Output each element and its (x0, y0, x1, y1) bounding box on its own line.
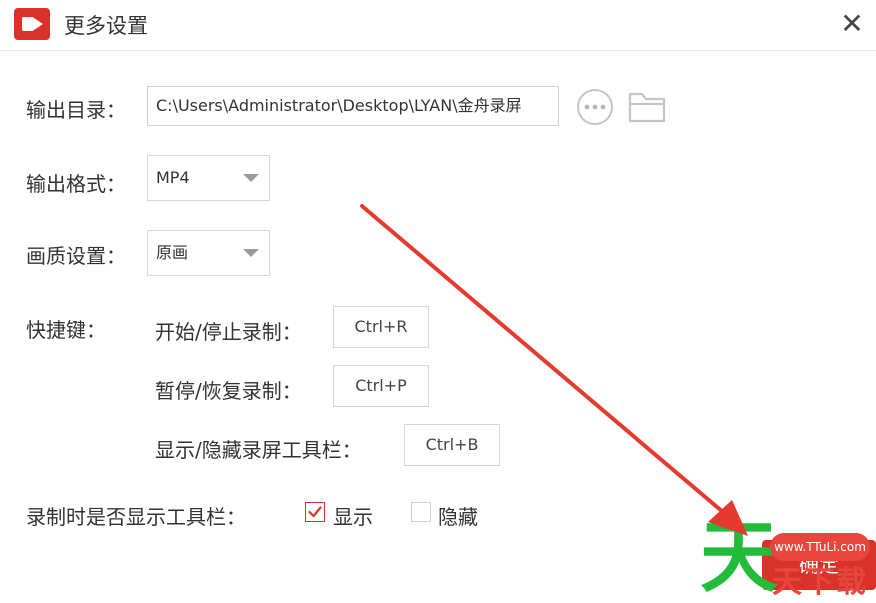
output-format-label: 输出格式： (26, 172, 126, 196)
quality-value: 原画 (156, 243, 189, 262)
checkbox-checked-icon[interactable] (305, 502, 325, 522)
folder-icon[interactable] (627, 86, 669, 126)
hotkey-pause-resume-label: 暂停/恢复录制： (155, 379, 302, 403)
hotkeys-label: 快捷键： (26, 318, 106, 342)
output-format-select[interactable]: MP4 (147, 155, 270, 201)
checkbox-unchecked-icon[interactable] (411, 502, 431, 522)
watermark-logo: 天 (700, 513, 779, 603)
quality-label: 画质设置： (26, 244, 126, 268)
hotkey-start-stop-label: 开始/停止录制： (155, 320, 302, 344)
output-dir-field[interactable]: C:\Users\Administrator\Desktop\LYAN\金舟录屏 (147, 86, 559, 126)
toolbar-hide-option-label[interactable]: 隐藏 (438, 501, 478, 530)
title-bar: 更多设置 ✕ (0, 0, 876, 51)
window-title: 更多设置 (64, 14, 148, 38)
hotkey-start-stop-input[interactable]: Ctrl+R (333, 306, 429, 348)
app-logo-icon (14, 8, 50, 40)
output-format-value: MP4 (156, 168, 190, 187)
hotkey-toolbar-input[interactable]: Ctrl+B (404, 424, 500, 466)
watermark-url-badge: www.TTuLi.com (770, 533, 870, 561)
toolbar-display-label: 录制时是否显示工具栏： (26, 505, 246, 529)
dropdown-caret-icon (243, 174, 259, 182)
more-options-icon[interactable] (576, 88, 614, 126)
quality-select[interactable]: 原画 (147, 230, 270, 276)
dropdown-caret-icon (243, 249, 259, 257)
close-icon[interactable]: ✕ (836, 8, 868, 40)
output-dir-label: 输出目录： (26, 98, 126, 122)
hotkey-pause-resume-input[interactable]: Ctrl+P (333, 365, 429, 407)
watermark-text: 天下载 (772, 565, 868, 600)
hotkey-toolbar-label: 显示/隐藏录屏工具栏： (155, 438, 362, 462)
toolbar-show-option-label[interactable]: 显示 (333, 501, 373, 530)
